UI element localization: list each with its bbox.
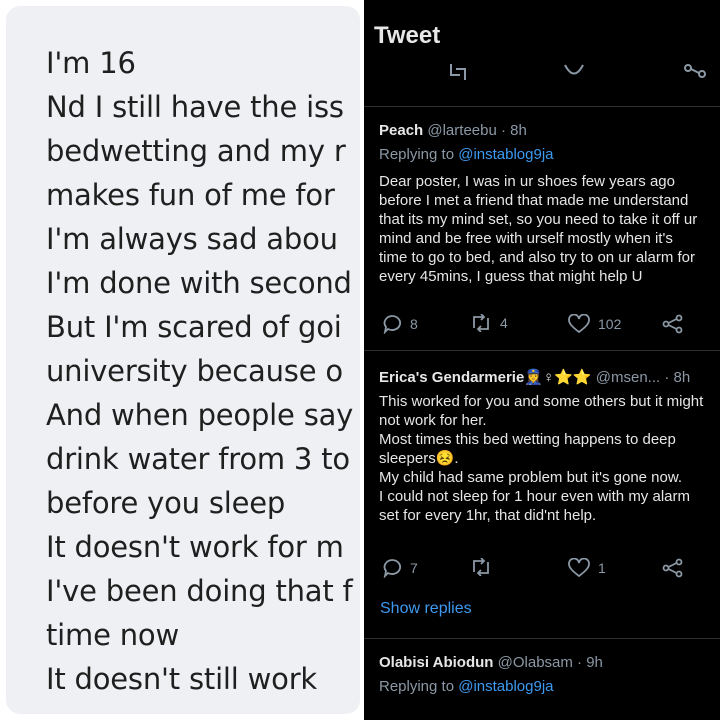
note-line: And when people say [46,398,354,432]
like-button[interactable]: 102 [568,314,621,334]
like-button[interactable]: 1 [568,558,606,578]
tweet-time: · 8h [500,122,527,139]
note-line: But I'm scared of goi [46,310,342,344]
note-line: bedwetting and my r [46,134,346,168]
page-title: Tweet [374,22,441,49]
note-line: It doesn't work for m [46,530,344,564]
retweet-count: 4 [500,315,508,331]
like-count: 102 [598,316,622,332]
tweet-body: This worked for you and some others but … [379,392,720,525]
note-line: time now [46,618,179,652]
retweet-button[interactable]: 4 [470,314,508,332]
tweet-line: I could not sleep for 1 hour even with m… [379,488,690,505]
tweet-time: · 8h [664,369,691,386]
retweet-icon[interactable] [446,62,470,88]
note-line: drink water from 3 to [46,442,350,476]
tweet-author[interactable]: Erica's Gendarmerie👮‍♀️♀⭐⭐ @msen... · 8h [379,368,690,386]
heart-icon [568,314,590,334]
tweet-line: sleepers😣. [379,450,459,467]
share-icon [662,314,683,334]
reply-icon [383,315,401,334]
tweet-thread-panel: Tweet Peach @larteebu · 8h Replying to @… [364,0,720,720]
tweet-line: mind and be free with urself mostly when… [379,230,673,247]
tweet-line: not work for her. [379,412,487,429]
note-line: It doesn't still work [46,662,318,696]
mention-link[interactable]: @instablog9ja [458,678,553,695]
note-line: before you sleep [46,486,286,520]
share-icon [662,558,683,578]
tweet-line: This worked for you and some others but … [379,393,704,410]
share-icon[interactable] [682,62,708,88]
share-button[interactable] [662,314,692,334]
divider [364,638,720,639]
reply-icon [383,559,401,578]
author-handle: @msen... [595,369,661,386]
replying-label: Replying to [379,146,455,163]
mention-link[interactable]: @instablog9ja [458,146,553,163]
tweet-line: My child had same problem but it's gone … [379,469,683,486]
tweet-line: set for every 1hr, that did'nt help. [379,507,597,524]
tweet-author[interactable]: Olabisi Abiodun @Olabsam · 9h [379,654,603,671]
reply-count: 7 [410,560,418,576]
author-name: Olabisi Abiodun [379,654,494,671]
author-name: Erica's Gendarmerie👮‍♀️♀⭐⭐ [379,369,592,386]
note-line: university because o [46,354,343,388]
tweet-line: that its my mind set, so you need to tak… [379,211,698,228]
author-handle: @larteebu [427,122,497,139]
note-line: I'm 16 [46,46,136,80]
tweet-time: · 9h [577,654,603,671]
author-handle: @Olabsam [497,654,573,671]
tweet-author[interactable]: Peach @larteebu · 8h [379,122,527,139]
tweet-line: Dear poster, I was in ur shoes few years… [379,173,675,190]
divider [364,350,720,351]
author-name: Peach [379,122,424,139]
reply-count: 8 [410,316,418,332]
note-line: Nd I still have the iss [46,90,344,124]
like-icon[interactable] [562,62,586,88]
share-button[interactable] [662,558,692,578]
heart-icon [568,558,590,578]
tweet-actions: 8 4 102 [364,314,720,338]
replying-to: Replying to @instablog9ja [379,678,554,695]
tweet-line: every 45mins, I guess that might help U [379,268,643,285]
tweet-body: Dear poster, I was in ur shoes few years… [379,172,720,286]
tweet-line: Most times this bed wetting happens to d… [379,431,676,448]
show-replies-link[interactable]: Show replies [380,600,472,618]
note-line: I'm always sad abou [46,222,338,256]
note-line: I've been doing that f [46,574,353,608]
like-count: 1 [598,560,606,576]
divider [364,106,720,107]
retweet-icon [473,558,489,576]
note-line: I'm done with second [46,266,352,300]
note-panel: I'm 16 Nd I still have the iss bedwettin… [6,6,360,714]
tweet-actions: 7 1 [364,558,720,582]
tweet-line: time to go to bed, and also try to on ur… [379,249,695,266]
replying-to: Replying to @instablog9ja [379,146,554,163]
replying-label: Replying to [379,678,455,695]
reply-button[interactable]: 8 [382,314,418,334]
reply-button[interactable]: 7 [382,558,418,578]
retweet-icon [473,314,489,332]
note-line: makes fun of me for [46,178,335,212]
tweet-line: before I met a friend that made me under… [379,192,689,209]
retweet-button[interactable] [470,558,500,576]
